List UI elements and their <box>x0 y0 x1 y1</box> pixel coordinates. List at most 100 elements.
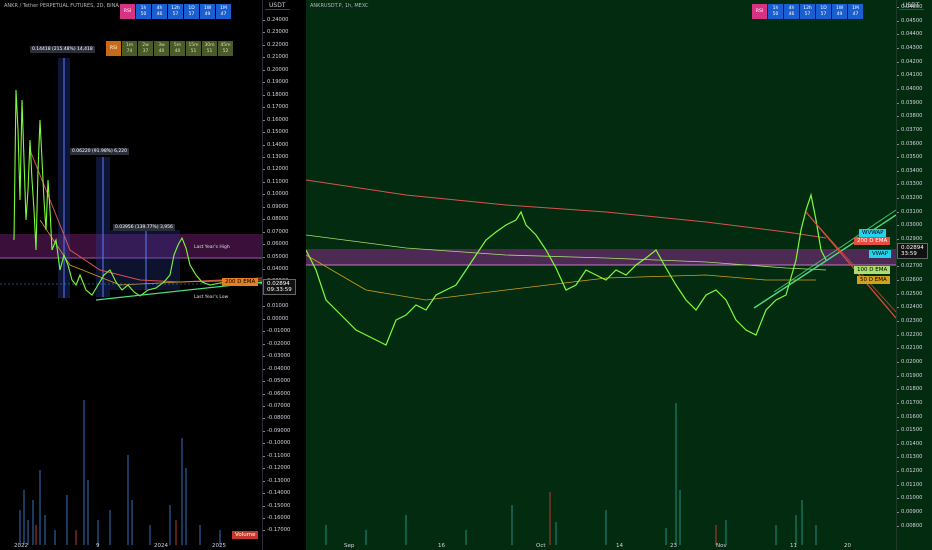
right-rsi-table: RSI 1h 50 4h 46 12h 57 1D 57 1W 49 1M 47 <box>752 4 863 19</box>
axis-tick-label: -0.13000 <box>263 477 291 484</box>
axis-tick-label: 0.03000 <box>897 222 923 229</box>
axis-tick-label: 0.03800 <box>897 113 923 120</box>
rsi-cell: 1M 47 <box>848 4 863 19</box>
axis-tick-label: 0.03700 <box>897 126 923 133</box>
left-chart-pane[interactable]: ANKR / Tether PERPETUAL FUTURES, 2D, BIN… <box>0 0 262 550</box>
axis-tick-label: 0.01000 <box>263 303 289 310</box>
axis-tick-label: -0.06000 <box>263 390 291 397</box>
axis-tick-label: 0.17000 <box>263 104 289 111</box>
axis-tick-label: 0.22000 <box>263 41 289 48</box>
axis-tick-label: -0.05000 <box>263 378 291 385</box>
axis-tick-label: 0.01200 <box>897 468 923 475</box>
left-price-axis[interactable]: USDT 0.24000 0.23000 0.22000 0.21000 0.20000… <box>262 0 303 550</box>
volume-tag: Volume <box>232 531 259 539</box>
currency-label[interactable]: USDT <box>265 2 290 10</box>
axis-tick-label: -0.14000 <box>263 490 291 497</box>
axis-tick-label: 0.02400 <box>897 304 923 311</box>
axis-tick-label: 0.14000 <box>263 141 289 148</box>
axis-tick-label: 0.01900 <box>897 372 923 379</box>
axis-tick-label: 0.04400 <box>897 31 923 38</box>
rsi-cell: 1M 47 <box>216 4 231 19</box>
axis-tick-label: 0.02700 <box>897 263 923 270</box>
axis-tick-label: 0.09000 <box>263 203 289 210</box>
axis-tick-label: 0.01100 <box>897 481 923 488</box>
rsi-cell: 4h 46 <box>784 4 799 19</box>
axis-tick-label: 0.03500 <box>897 154 923 161</box>
rsi-cell: 1h 50 <box>136 4 151 19</box>
countdown: 33:59 <box>901 251 917 257</box>
axis-tick-label: 0.03400 <box>897 167 923 174</box>
axis-tick-label: 0.02600 <box>897 277 923 283</box>
rsi-cell: 30m 51 <box>202 41 217 56</box>
axis-tick-label: 0.24000 <box>263 17 289 23</box>
axis-tick-label: 0.19000 <box>263 79 289 86</box>
x-label: 9 <box>96 543 100 549</box>
current-price-tag: 0.02894 09:33:59 <box>263 279 296 295</box>
x-label: Sep <box>344 543 355 549</box>
axis-tick-label: 0.13000 <box>263 153 289 160</box>
x-label: 16 <box>438 543 445 549</box>
axis-tick-label: 0.00900 <box>897 509 923 516</box>
axis-tick-label: -0.17000 <box>263 527 291 534</box>
x-label: 23 <box>670 543 677 549</box>
measure-label-1: 0.14418 (215.48%) 14,418 <box>30 46 95 53</box>
axis-tick-label: -0.09000 <box>263 427 291 434</box>
rsi-cell: 1D 57 <box>184 4 199 19</box>
axis-tick-label: 0.02000 <box>897 358 923 365</box>
rsi-cell: 5m 40 <box>170 41 185 56</box>
axis-tick-label: 0.08000 <box>263 216 289 223</box>
axis-tick-label: 0.02100 <box>897 345 923 352</box>
axis-tick-label: 0.01700 <box>897 399 923 406</box>
ema-200-tag: 200 D EMA <box>854 237 891 245</box>
axis-tick-label: 0.12000 <box>263 166 289 173</box>
left-rsi-table-mid: RSI 1m 74 2w 37 3w 40 5m 40 15m 51 30m 51 45m 5… <box>106 41 233 56</box>
vwap-tag: VWAP <box>869 250 891 258</box>
axis-tick-label: 0.01600 <box>897 413 923 420</box>
left-chart-canvas[interactable] <box>0 0 262 550</box>
axis-tick-label: 0.04200 <box>897 58 923 65</box>
rsi-cell: 12h 57 <box>168 4 183 19</box>
x-label: 2025 <box>212 543 226 549</box>
ema-100-tag: 100 D EMA <box>854 266 891 274</box>
axis-tick-label: 0.16000 <box>263 116 289 123</box>
x-label: 20 <box>844 543 851 549</box>
axis-tick-label: 0.15000 <box>263 129 289 136</box>
x-label: 2024 <box>154 543 168 549</box>
axis-tick-label: 0.03200 <box>897 195 923 202</box>
axis-tick-label: -0.04000 <box>263 365 291 372</box>
axis-tick-label: -0.01000 <box>263 328 291 335</box>
right-chart-canvas[interactable] <box>306 0 896 550</box>
current-price-tag: 0.02894 33:59 <box>897 243 928 259</box>
ema-200-tag: 200 D EMA <box>222 278 259 286</box>
x-label: 11 <box>790 543 797 549</box>
right-chart-pane[interactable]: ANKRUSDT.P, 1h, MEXC RSI 1h 50 4h 46 12h 57… <box>306 0 896 550</box>
axis-tick-label: -0.10000 <box>263 440 291 447</box>
rsi-header: RSI <box>120 4 135 19</box>
rsi-header: RSI <box>752 4 767 19</box>
axis-tick-label: -0.15000 <box>263 502 291 509</box>
axis-tick-label: 0.02500 <box>897 290 923 297</box>
axis-tick-label: 0.00000 <box>263 315 289 322</box>
rsi-cell: 2w 37 <box>138 41 153 56</box>
left-chart-title: ANKR / Tether PERPETUAL FUTURES, 2D, BIN… <box>4 3 119 9</box>
axis-tick-label: 0.04000 <box>263 266 289 272</box>
x-label: 14 <box>616 543 623 549</box>
axis-tick-label: 0.04600 <box>897 4 923 10</box>
rsi-cell: 12h 57 <box>800 4 815 19</box>
last-year-low-label: Last Year's Low <box>194 295 229 300</box>
axis-tick-label: 0.04500 <box>897 17 923 24</box>
axis-tick-label: 0.03100 <box>897 208 923 215</box>
axis-tick-label: -0.02000 <box>263 340 291 347</box>
rsi-cell: 15m 51 <box>186 41 201 56</box>
axis-tick-label: 0.06000 <box>263 241 289 248</box>
axis-tick-label: 0.07000 <box>263 228 289 235</box>
axis-tick-label: 0.01400 <box>897 440 923 447</box>
rsi-cell: 1m 74 <box>122 41 137 56</box>
axis-tick-label: 0.05000 <box>263 253 289 260</box>
rsi-cell: 4h 46 <box>152 4 167 19</box>
right-chart-title: ANKRUSDT.P, 1h, MEXC <box>310 3 369 9</box>
axis-tick-label: 0.04300 <box>897 44 923 51</box>
right-price-axis[interactable]: USDT 0.04600 0.04500 0.04400 0.04300 0.04200… <box>896 0 932 550</box>
axis-tick-label: 0.20000 <box>263 66 289 73</box>
axis-tick-label: -0.07000 <box>263 402 291 409</box>
